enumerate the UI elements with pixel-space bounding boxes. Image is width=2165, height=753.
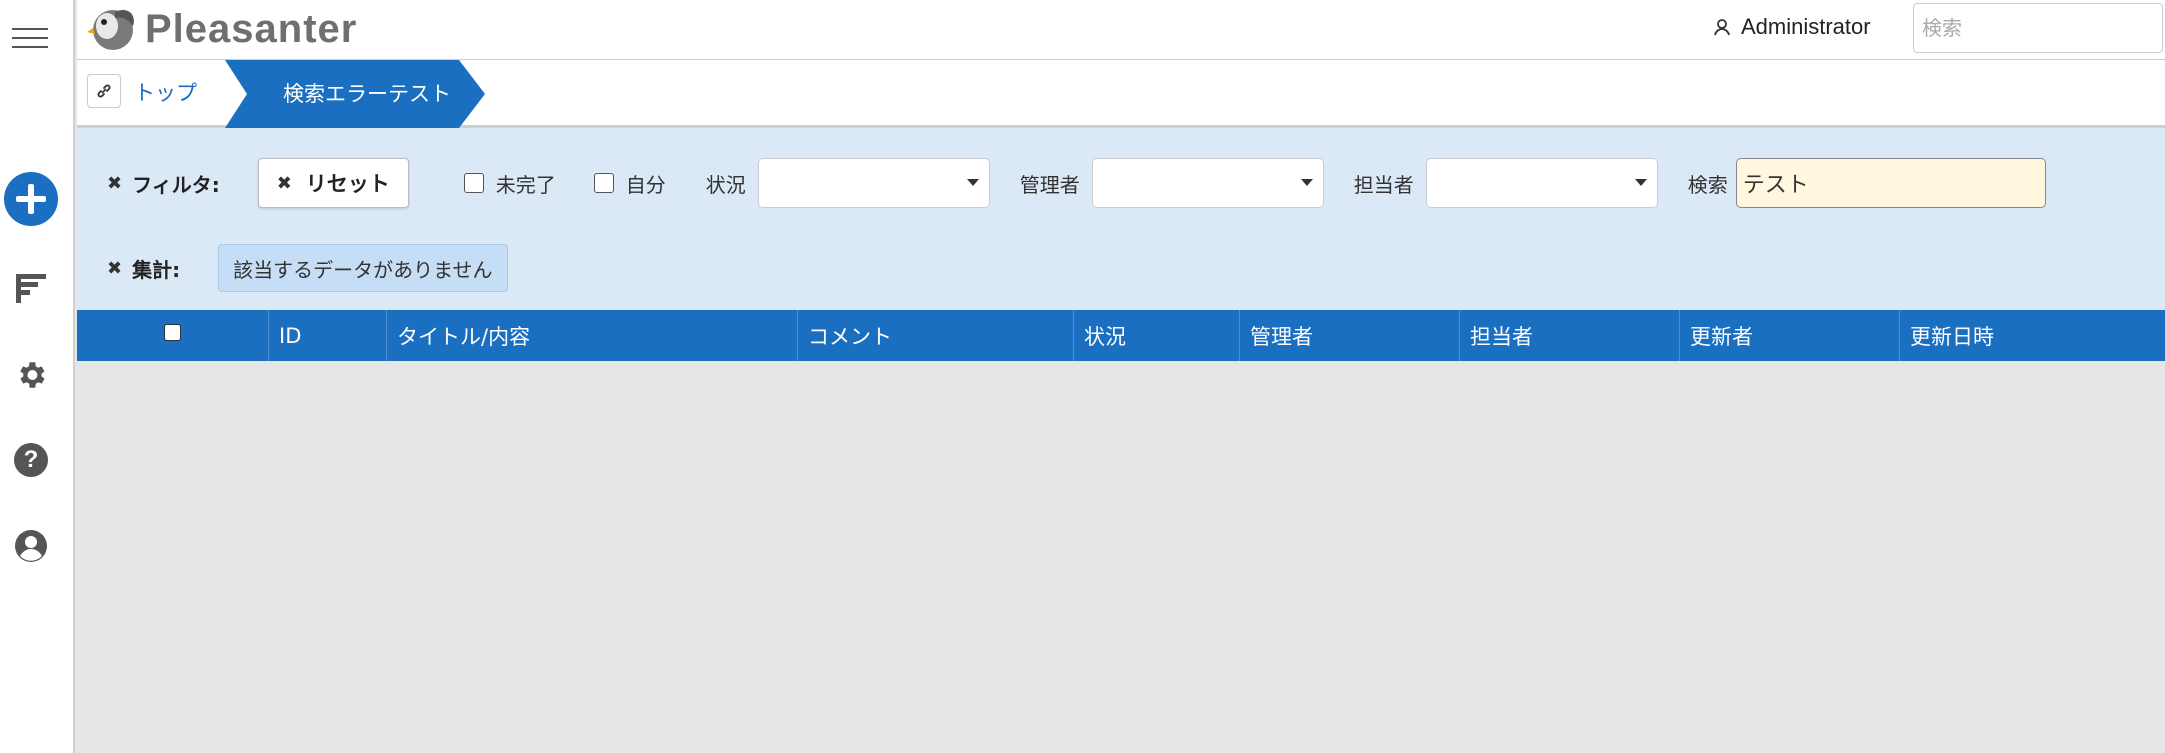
link-icon (97, 84, 111, 98)
status-select[interactable] (757, 158, 990, 208)
grid-select-all-cell (77, 310, 269, 361)
help-icon: ? (14, 443, 48, 477)
bars-icon (16, 274, 46, 303)
breadcrumb-home-link[interactable]: トップ (134, 77, 197, 107)
logo[interactable]: Pleasanter (87, 4, 357, 54)
plus-icon (4, 172, 58, 226)
hamburger-menu-icon[interactable] (12, 28, 48, 50)
own-label: 自分 (625, 172, 666, 197)
search-label: 検索 (1687, 172, 1728, 197)
reset-button[interactable]: ✖ リセット (257, 158, 409, 208)
breadcrumb: トップ 検索エラーテスト (77, 60, 2165, 128)
incomplete-checkbox[interactable] (463, 173, 484, 193)
aggregation-toggle-icon[interactable]: ✖ (107, 258, 122, 279)
filter-toggle-icon[interactable]: ✖ (107, 173, 122, 194)
column-header-manager[interactable]: 管理者 (1240, 310, 1460, 361)
user-circle-icon (15, 530, 47, 562)
column-header-updater[interactable]: 更新者 (1680, 310, 1900, 361)
column-header-title[interactable]: タイトル/内容 (387, 310, 798, 361)
chevron-down-icon (1300, 179, 1313, 186)
column-header-id[interactable]: ID (269, 310, 387, 361)
account-button[interactable] (0, 526, 62, 566)
aggregation-message: 該当するデータがありません (218, 244, 508, 292)
breadcrumb-current-label: 検索エラーテスト (283, 82, 451, 106)
header: Pleasanter Administrator (77, 0, 2165, 60)
aggregation-message-text: 該当するデータがありません (233, 257, 493, 282)
filter-search-input[interactable] (1735, 158, 2046, 208)
reset-x-icon: ✖ (276, 172, 292, 194)
grid-header: ID タイトル/内容 コメント 状況 管理者 担当者 更新者 更新日時 (77, 310, 2165, 361)
help-button[interactable]: ? (0, 440, 62, 480)
link-button[interactable] (87, 74, 121, 108)
aggregation-label: 集計: (132, 257, 181, 282)
user-menu[interactable]: Administrator (1713, 10, 1871, 44)
column-header-status[interactable]: 状況 (1074, 310, 1240, 361)
gear-icon (20, 362, 45, 388)
owner-label: 担当者 (1353, 172, 1414, 197)
column-header-comment[interactable]: コメント (798, 310, 1074, 361)
logo-text: Pleasanter (145, 6, 358, 51)
manager-select[interactable] (1091, 158, 1324, 208)
global-search-input[interactable] (1913, 3, 2163, 53)
aggregation-row: ✖ 集計: 該当するデータがありません (77, 243, 2165, 293)
own-checkbox[interactable] (593, 173, 614, 193)
select-all-checkbox[interactable] (164, 324, 181, 341)
new-item-button[interactable] (0, 170, 62, 228)
user-icon (1714, 19, 1730, 36)
views-button[interactable] (0, 268, 62, 308)
owner-select[interactable] (1425, 158, 1658, 208)
status-label: 状況 (705, 172, 746, 197)
filter-row: ✖ フィルタ: ✖ リセット 未完了 自分 状況 管理者 担当者 検索 (77, 156, 2165, 210)
chevron-down-icon (966, 179, 979, 186)
column-header-owner[interactable]: 担当者 (1460, 310, 1680, 361)
settings-button[interactable] (0, 355, 62, 395)
chevron-down-icon (1634, 179, 1647, 186)
filter-label: フィルタ: (132, 172, 220, 197)
user-name: Administrator (1741, 14, 1871, 39)
filter-panel: ✖ フィルタ: ✖ リセット 未完了 自分 状況 管理者 担当者 検索 ✖ 集計… (77, 128, 2165, 309)
reset-label: リセット (305, 172, 390, 196)
incomplete-label: 未完了 (495, 172, 556, 197)
logo-bird-icon (87, 9, 134, 50)
manager-label: 管理者 (1019, 172, 1080, 197)
left-rail: ? (0, 0, 75, 753)
column-header-updated-time[interactable]: 更新日時 (1900, 310, 2165, 361)
